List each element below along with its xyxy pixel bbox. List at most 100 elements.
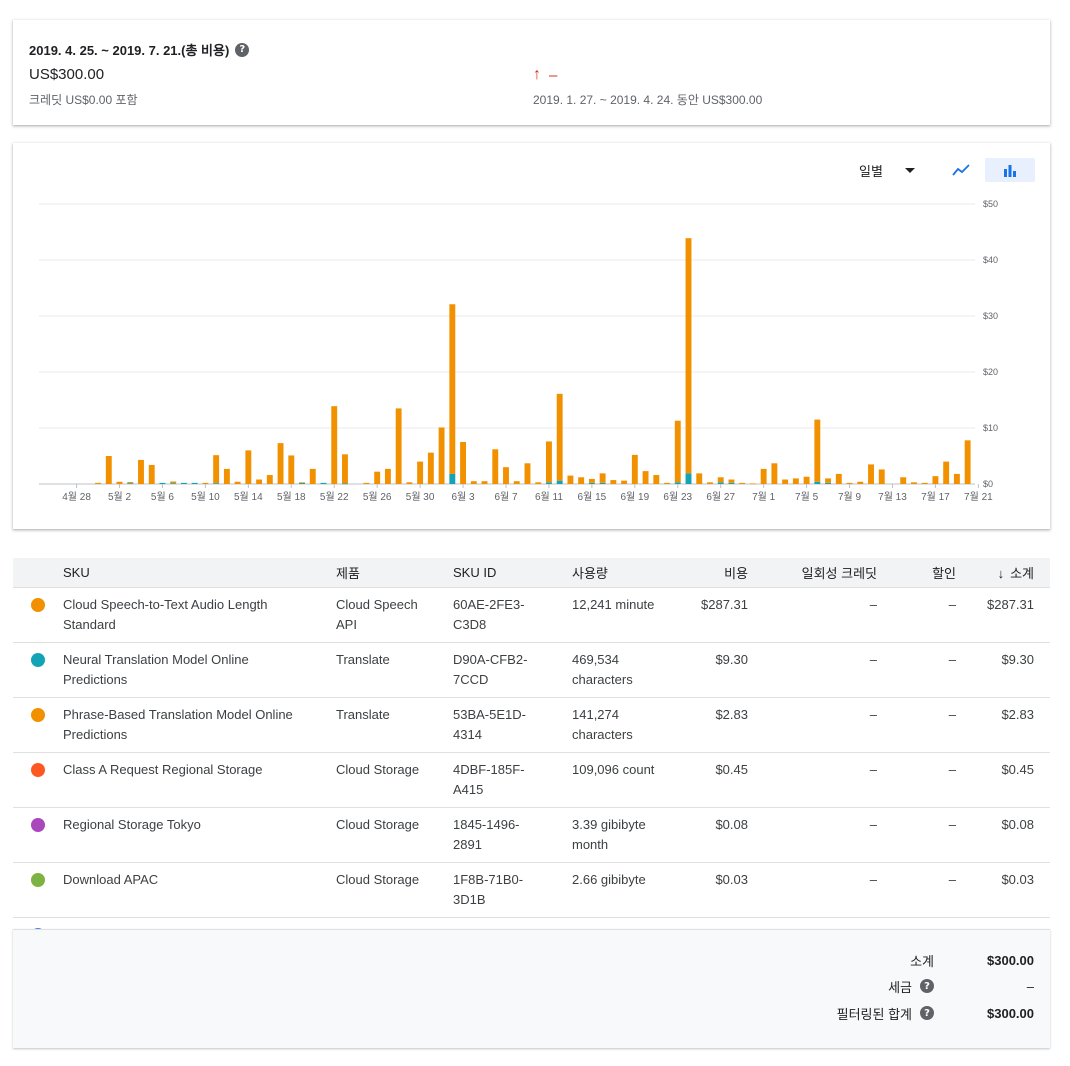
bar-speech-to-text[interactable]: [610, 480, 617, 484]
bar-speech-to-text[interactable]: [578, 477, 585, 484]
bar-speech-to-text[interactable]: [266, 475, 273, 484]
bar-neural-translation[interactable]: [342, 483, 348, 485]
bar-speech-to-text[interactable]: [621, 480, 628, 484]
table-row[interactable]: Class A Request Regional Storage Cloud St…: [13, 751, 1050, 807]
bar-neural-translation[interactable]: [825, 482, 832, 484]
bar-speech-to-text[interactable]: [288, 455, 295, 484]
bar-speech-to-text[interactable]: [911, 482, 917, 484]
bar-neural-translation[interactable]: [159, 482, 166, 484]
bar-speech-to-text[interactable]: [545, 441, 552, 483]
bar-speech-to-text[interactable]: [449, 304, 456, 474]
bar-speech-to-text[interactable]: [857, 481, 864, 484]
header-sku[interactable]: SKU: [63, 558, 336, 587]
bar-speech-to-text[interactable]: [374, 471, 381, 484]
bar-speech-to-text[interactable]: [846, 482, 853, 484]
bar-speech-to-text[interactable]: [309, 468, 316, 484]
table-row[interactable]: Cloud Speech-to-Text Audio Length Standa…: [13, 586, 1050, 642]
bar-neural-translation[interactable]: [814, 481, 821, 484]
bar-speech-to-text[interactable]: [438, 427, 445, 484]
bar-speech-to-text[interactable]: [642, 471, 649, 484]
bar-speech-to-text[interactable]: [513, 481, 520, 484]
bar-speech-to-text[interactable]: [760, 468, 767, 484]
bar-speech-to-text[interactable]: [170, 481, 177, 484]
bar-speech-to-text[interactable]: [556, 393, 563, 481]
bar-speech-to-text[interactable]: [953, 473, 960, 484]
bar-speech-to-text[interactable]: [674, 420, 681, 483]
bar-speech-to-text[interactable]: [223, 468, 230, 484]
bar-speech-to-text[interactable]: [664, 482, 670, 484]
bar-speech-to-text[interactable]: [256, 479, 263, 484]
help-icon[interactable]: ?: [920, 979, 934, 993]
bar-speech-to-text[interactable]: [717, 477, 724, 483]
table-row[interactable]: Regional Storage Tokyo Cloud Storage 1845-…: [13, 806, 1050, 862]
header-cost[interactable]: 비용: [682, 558, 748, 587]
bar-speech-to-text[interactable]: [739, 482, 746, 484]
bar-speech-to-text[interactable]: [417, 461, 424, 484]
header-discount[interactable]: 할인: [877, 558, 956, 587]
bar-neural-translation[interactable]: [556, 480, 563, 484]
bar-speech-to-text[interactable]: [835, 473, 842, 484]
bar-speech-to-text[interactable]: [234, 481, 241, 484]
bar-speech-to-text[interactable]: [964, 440, 971, 484]
bar-speech-to-text[interactable]: [803, 476, 810, 484]
bar-neural-translation[interactable]: [170, 483, 177, 484]
bar-neural-translation[interactable]: [685, 473, 692, 484]
bar-speech-to-text[interactable]: [202, 482, 209, 484]
bar-speech-to-text[interactable]: [95, 482, 101, 484]
bar-speech-to-text[interactable]: [492, 449, 499, 484]
bar-speech-to-text[interactable]: [138, 459, 144, 484]
bar-speech-to-text[interactable]: [868, 464, 874, 484]
bar-speech-to-text[interactable]: [116, 481, 123, 484]
bar-speech-to-text[interactable]: [792, 478, 799, 484]
bar-speech-to-text[interactable]: [771, 463, 778, 484]
bar-speech-to-text[interactable]: [127, 482, 134, 484]
bar-speech-to-text[interactable]: [299, 482, 305, 484]
table-row[interactable]: Phrase-Based Translation Model Online Pr…: [13, 696, 1050, 752]
bar-speech-to-text[interactable]: [395, 408, 402, 484]
bar-speech-to-text[interactable]: [503, 467, 509, 484]
bar-speech-to-text[interactable]: [460, 442, 467, 484]
bar-speech-to-text[interactable]: [599, 473, 606, 483]
table-row[interactable]: Neural Translation Model Online Predicti…: [13, 641, 1050, 697]
bar-speech-to-text[interactable]: [481, 481, 488, 484]
bar-speech-to-text[interactable]: [588, 478, 595, 483]
bar-speech-to-text[interactable]: [921, 482, 928, 484]
bar-speech-to-text[interactable]: [707, 482, 713, 484]
bar-speech-to-text[interactable]: [653, 475, 660, 484]
bar-speech-to-text[interactable]: [631, 454, 638, 484]
bar-neural-translation[interactable]: [213, 483, 220, 484]
bar-speech-to-text[interactable]: [932, 476, 939, 484]
bar-speech-to-text[interactable]: [825, 478, 832, 483]
bar-speech-to-text[interactable]: [782, 479, 789, 484]
bar-speech-to-text[interactable]: [470, 481, 477, 484]
header-one-time-credit[interactable]: 일회성 크레딧: [748, 558, 877, 587]
bar-speech-to-text[interactable]: [567, 475, 574, 484]
bar-speech-to-text[interactable]: [105, 456, 112, 484]
header-subtotal[interactable]: ↓ 소계: [956, 558, 1050, 587]
bar-neural-translation[interactable]: [717, 482, 724, 484]
bar-neural-translation[interactable]: [728, 482, 735, 484]
bar-neural-translation[interactable]: [449, 473, 456, 484]
header-product[interactable]: 제품: [336, 558, 453, 587]
bar-speech-to-text[interactable]: [331, 406, 338, 484]
bar-speech-to-text[interactable]: [814, 419, 821, 482]
bar-neural-translation[interactable]: [191, 482, 198, 484]
bar-neural-translation[interactable]: [545, 482, 552, 484]
bar-speech-to-text[interactable]: [900, 477, 907, 484]
bar-speech-to-text[interactable]: [749, 483, 756, 485]
bar-speech-to-text[interactable]: [696, 473, 703, 484]
bar-neural-translation[interactable]: [127, 483, 134, 484]
bar-neural-translation[interactable]: [599, 482, 606, 484]
bar-speech-to-text[interactable]: [943, 461, 950, 484]
help-icon[interactable]: ?: [920, 1006, 934, 1020]
bar-speech-to-text[interactable]: [524, 463, 531, 484]
table-row[interactable]: Download APAC Cloud Storage 1F8B-71B0-3D1B…: [13, 861, 1050, 917]
bar-speech-to-text[interactable]: [277, 443, 284, 484]
bar-neural-translation[interactable]: [180, 482, 187, 484]
help-icon[interactable]: ?: [235, 42, 250, 57]
bar-speech-to-text[interactable]: [878, 469, 885, 484]
bar-speech-to-text[interactable]: [427, 452, 434, 484]
header-usage[interactable]: 사용량: [572, 558, 682, 587]
bar-speech-to-text[interactable]: [245, 450, 252, 484]
bar-neural-translation[interactable]: [588, 482, 595, 484]
